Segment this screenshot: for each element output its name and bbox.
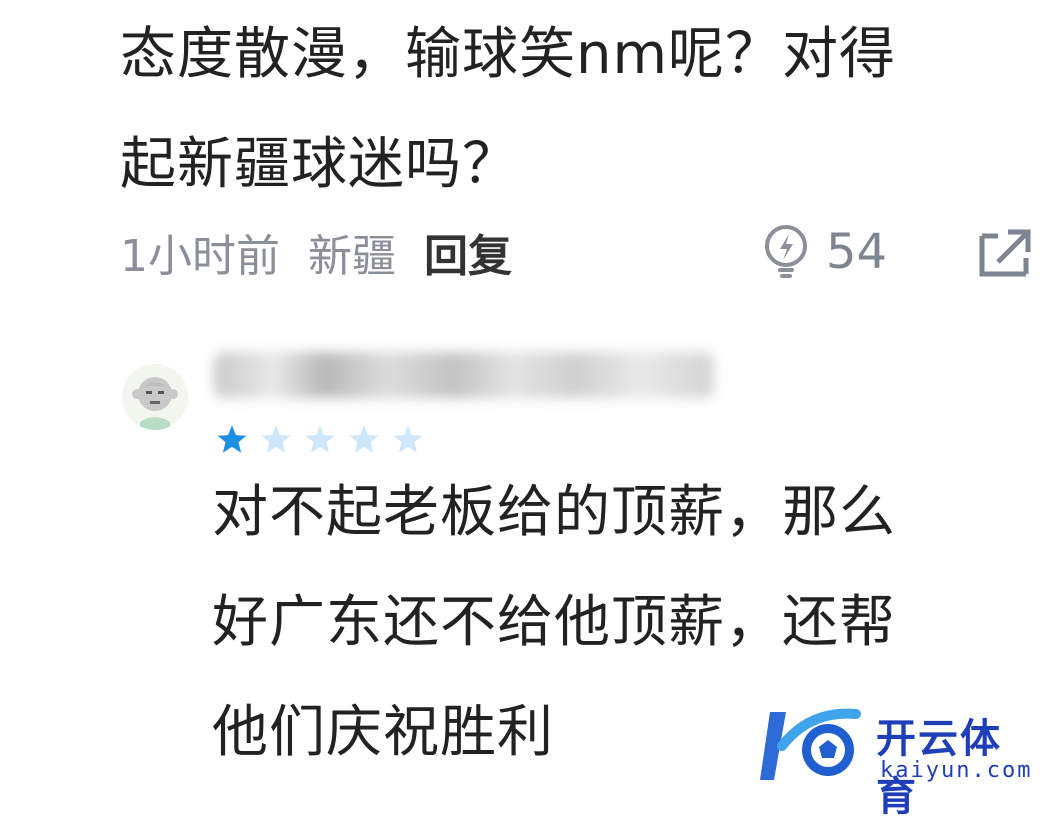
comment-1-line: 起新疆球迷吗？: [120, 132, 519, 197]
like-button[interactable]: 54: [760, 222, 887, 282]
kaiyun-logo-icon: [760, 708, 861, 780]
comment-location: 新疆: [308, 231, 396, 282]
star-empty-icon: [393, 425, 423, 453]
comment-time: 1小时前: [120, 231, 280, 282]
like-count: 54: [826, 224, 888, 280]
username-redacted[interactable]: [214, 352, 714, 398]
lightbulb-icon: [765, 225, 807, 278]
reply-button[interactable]: 回复: [424, 220, 512, 284]
star-empty-icon: [349, 425, 379, 453]
watermark-brand-en: kaiyun.com: [880, 758, 1033, 783]
share-icon[interactable]: [978, 226, 1034, 278]
avatar-face-icon: [122, 364, 188, 430]
comment-1-body: 态度散漫，输球笑nm呢？对得 起新疆球迷吗？: [120, 0, 1020, 220]
watermark-logo: 开云体育 kaiyun.com: [760, 700, 1040, 820]
rating-stars: [216, 424, 436, 454]
star-empty-icon: [261, 425, 291, 453]
avatar[interactable]: [122, 364, 188, 430]
comment-1-line: 态度散漫，输球笑nm呢？对得: [120, 22, 897, 87]
comment-2-line: 好广东还不给他顶薪，还帮: [212, 590, 896, 655]
star-empty-icon: [305, 425, 335, 453]
comment-1-meta: 1小时前 新疆 回复: [120, 222, 540, 282]
star-filled-icon: [217, 425, 247, 453]
comment-2-line: 对不起老板给的顶薪，那么: [212, 480, 896, 545]
